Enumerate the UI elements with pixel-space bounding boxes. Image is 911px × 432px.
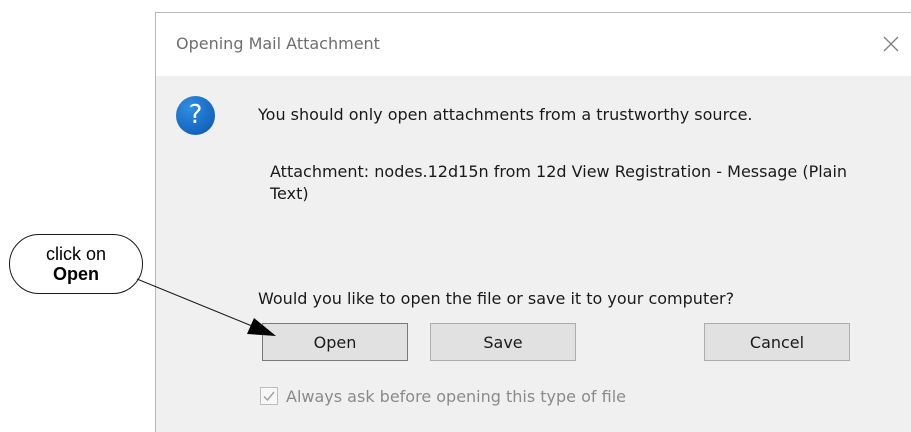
always-ask-checkbox[interactable] <box>260 387 278 405</box>
checkmark-icon <box>263 391 275 402</box>
cancel-button[interactable]: Cancel <box>704 323 850 361</box>
attachment-info: Attachment: nodes.12d15n from 12d View R… <box>270 162 848 203</box>
dialog-title: Opening Mail Attachment <box>176 34 380 53</box>
question-icon: ? <box>176 96 215 135</box>
warning-message: You should only open attachments from a … <box>258 105 753 124</box>
title-bar: Opening Mail Attachment <box>156 13 911 76</box>
open-button[interactable]: Open <box>262 323 408 361</box>
callout-line-2: Open <box>52 264 99 284</box>
save-button[interactable]: Save <box>430 323 576 361</box>
attachment-dialog: Opening Mail Attachment ? You should onl… <box>155 12 911 432</box>
instruction-callout: click on Open <box>9 234 143 294</box>
always-ask-label: Always ask before opening this type of f… <box>286 387 626 406</box>
callout-line-1: click on <box>45 244 107 264</box>
close-icon[interactable] <box>881 34 901 54</box>
open-or-save-question: Would you like to open the file or save … <box>258 289 735 308</box>
